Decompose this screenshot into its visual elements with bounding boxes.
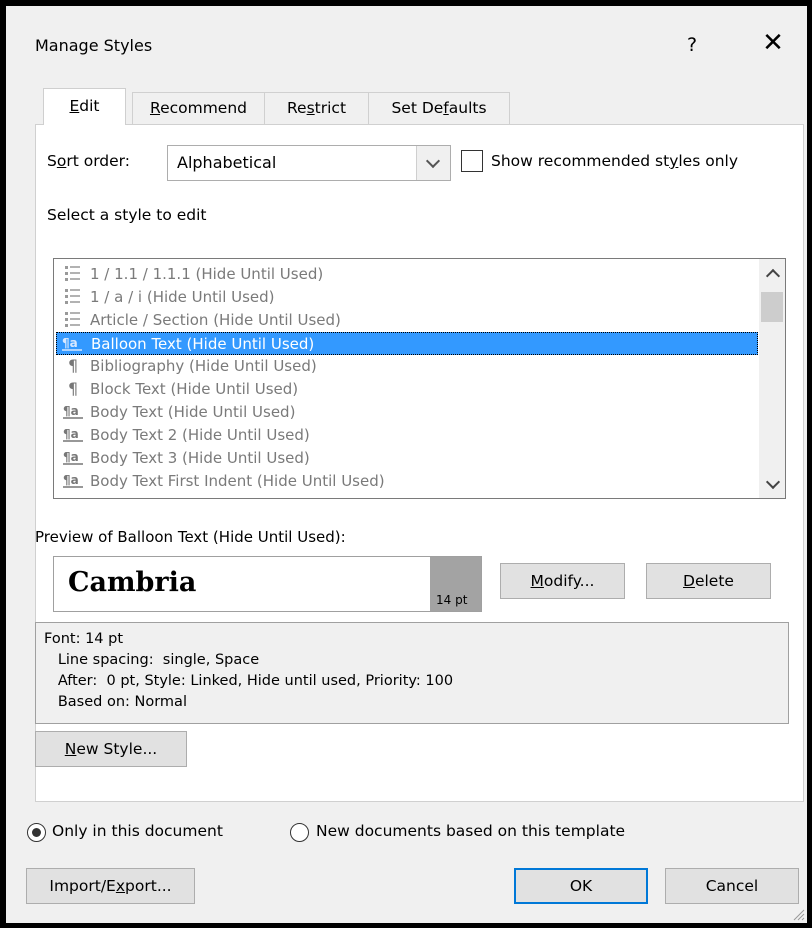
dialog-title: Manage Styles [35, 36, 153, 55]
paragraph-style-icon: ¶ [62, 355, 86, 378]
list-style-icon [62, 286, 86, 309]
tab-edit[interactable]: Edit [43, 88, 126, 125]
list-style-icon [62, 309, 86, 332]
linked-style-icon: ¶a [62, 401, 86, 424]
svg-text:¶a: ¶a [62, 336, 78, 350]
tab-recommend[interactable]: Recommend [132, 92, 265, 124]
preview-font-size: 14 pt [436, 593, 468, 607]
style-name: Body Text 2 (Hide Until Used) [90, 426, 310, 444]
linked-style-icon: ¶a [61, 333, 85, 356]
style-name: Body Text (Hide Until Used) [90, 403, 296, 421]
sort-order-select[interactable]: Alphabetical [167, 145, 451, 181]
style-list-item[interactable]: ¶a Body Text First Indent (Hide Until Use… [58, 470, 760, 493]
list-style-icon [62, 263, 86, 286]
style-name: 1 / 1.1 / 1.1.1 (Hide Until Used) [90, 265, 324, 283]
style-list-item[interactable]: 1 / 1.1 / 1.1.1 (Hide Until Used) [58, 263, 760, 286]
paragraph-style-icon: ¶ [62, 378, 86, 401]
svg-text:¶a: ¶a [63, 427, 79, 441]
style-description: Font: 14 pt Line spacing: single, Space … [35, 622, 789, 724]
svg-text:¶: ¶ [68, 356, 78, 375]
style-list-item[interactable]: ¶a Body Text 3 (Hide Until Used) [58, 447, 760, 470]
help-button[interactable]: ? [687, 34, 697, 56]
sort-order-label: Sort order: [47, 152, 130, 170]
delete-button[interactable]: Delete [646, 563, 771, 599]
select-style-label: Select a style to edit [47, 206, 207, 224]
import-export-button[interactable]: Import/Export... [26, 868, 195, 904]
style-list-item[interactable]: ¶a Body Text (Hide Until Used) [58, 401, 760, 424]
style-list-item[interactable]: 1 / a / i (Hide Until Used) [58, 286, 760, 309]
style-name: Body Text First Indent (Hide Until Used) [90, 472, 385, 490]
preview-font-name: Cambria [68, 567, 197, 598]
new-style-button[interactable]: New Style... [35, 731, 187, 767]
description-line: Line spacing: single, Space [44, 652, 260, 668]
new-documents-label[interactable]: New documents based on this template [316, 822, 625, 840]
tab-set-defaults[interactable]: Set Defaults [368, 92, 510, 124]
new-documents-radio[interactable] [290, 823, 309, 842]
style-list-item[interactable]: ¶ Bibliography (Hide Until Used) [58, 355, 760, 378]
svg-text:¶a: ¶a [63, 473, 79, 487]
style-name: Bibliography (Hide Until Used) [90, 357, 317, 375]
only-this-document-radio[interactable] [27, 823, 46, 842]
style-list-item[interactable]: ¶ Block Text (Hide Until Used) [58, 378, 760, 401]
scrollbar-thumb[interactable] [761, 292, 783, 322]
sort-order-value: Alphabetical [177, 153, 277, 172]
cancel-button[interactable]: Cancel [665, 868, 799, 904]
style-preview: Cambria 14 pt [53, 556, 482, 612]
style-name: Body Text 3 (Hide Until Used) [90, 449, 310, 467]
resize-grip-icon[interactable] [791, 907, 805, 921]
scrollbar[interactable] [759, 259, 785, 498]
style-list-item[interactable]: ¶a Balloon Text (Hide Until Used) [56, 332, 758, 355]
scroll-down-arrow-icon[interactable] [765, 474, 781, 490]
style-list-item[interactable]: ¶a Body Text 2 (Hide Until Used) [58, 424, 760, 447]
style-name: Block Text (Hide Until Used) [90, 380, 299, 398]
ok-button[interactable]: OK [514, 868, 648, 904]
close-button[interactable]: ✕ [758, 28, 788, 58]
scroll-up-arrow-icon[interactable] [765, 268, 781, 284]
recommended-only-label[interactable]: Show recommended styles only [491, 152, 738, 170]
only-this-document-label[interactable]: Only in this document [52, 822, 223, 840]
svg-text:¶a: ¶a [63, 404, 79, 418]
svg-text:¶a: ¶a [63, 450, 79, 464]
tab-restrict[interactable]: Restrict [264, 92, 369, 124]
style-name: 1 / a / i (Hide Until Used) [90, 288, 275, 306]
style-name: Article / Section (Hide Until Used) [90, 311, 341, 329]
linked-style-icon: ¶a [62, 424, 86, 447]
linked-style-icon: ¶a [62, 470, 86, 493]
manage-styles-dialog: Manage Styles ? ✕ Edit Recommend Restric… [6, 6, 807, 923]
dropdown-button[interactable] [416, 146, 450, 180]
linked-style-icon: ¶a [62, 447, 86, 470]
recommended-only-checkbox[interactable] [461, 150, 483, 172]
chevron-down-icon [425, 153, 441, 169]
svg-text:¶: ¶ [68, 379, 78, 398]
description-line: Font: 14 pt [44, 631, 124, 647]
modify-button[interactable]: Modify... [500, 563, 625, 599]
preview-label: Preview of Balloon Text (Hide Until Used… [35, 528, 346, 546]
description-line: Based on: Normal [44, 694, 187, 710]
style-list-item[interactable]: Article / Section (Hide Until Used) [58, 309, 760, 332]
style-listbox[interactable]: 1 / 1.1 / 1.1.1 (Hide Until Used) 1 / a /… [53, 258, 786, 499]
style-name: Balloon Text (Hide Until Used) [91, 335, 315, 353]
description-line: After: 0 pt, Style: Linked, Hide until u… [44, 673, 454, 689]
preview-size-box: 14 pt [430, 557, 481, 611]
